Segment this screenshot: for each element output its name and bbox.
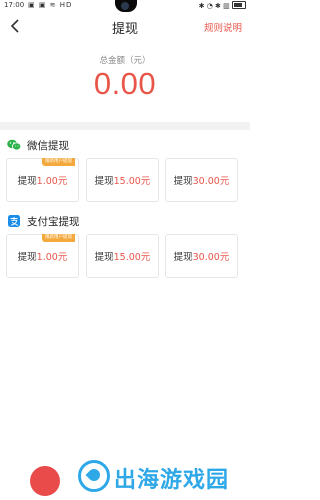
wechat-option-1[interactable]: 限新用户提现 提现1.00元 <box>6 158 79 202</box>
status-time: 17:00 <box>4 1 25 9</box>
option-amount: 15.00 <box>113 252 141 263</box>
status-right-icons: ✱ ◔ ✱ ▥ <box>199 1 246 10</box>
camera-notch <box>115 0 137 12</box>
wechat-header: 微信提现 <box>0 136 250 156</box>
watermark-text: 出海游戏园 <box>114 468 230 493</box>
wechat-option-3[interactable]: 提现30.00元 <box>165 158 238 202</box>
alipay-option-3[interactable]: 提现30.00元 <box>165 234 238 278</box>
balance-panel: 总金额（元） 0.00 <box>0 40 250 122</box>
alipay-option-2[interactable]: 提现15.00元 <box>86 234 159 278</box>
option-prefix: 提现 <box>173 252 193 263</box>
status-indicators: ✱ ◔ ✱ ▥ <box>198 2 230 10</box>
battery-icon <box>232 1 246 9</box>
option-unit: 元 <box>140 176 151 187</box>
watermark-logo-icon <box>78 460 110 492</box>
option-amount: 1.00 <box>36 252 58 263</box>
balance-amount: 0.00 <box>93 66 157 101</box>
status-left-icons: ▣ ▣ ≋ HD <box>28 1 73 9</box>
wechat-icon <box>7 139 21 151</box>
option-unit: 元 <box>140 252 151 263</box>
option-amount: 15.00 <box>113 176 141 187</box>
wechat-section: 微信提现 限新用户提现 提现1.00元 提现15.00元 提现30.00元 <box>0 136 250 206</box>
option-prefix: 提现 <box>173 176 193 187</box>
option-amount: 1.00 <box>36 176 58 187</box>
alipay-option-1[interactable]: 限新用户提现 提现1.00元 <box>6 234 79 278</box>
watermark: 出海游戏园 <box>78 458 250 496</box>
balance-label: 总金额（元） <box>99 56 151 66</box>
option-unit: 元 <box>57 252 68 263</box>
alipay-header: 支付宝提现 <box>0 212 250 232</box>
alipay-options: 限新用户提现 提现1.00元 提现15.00元 提现30.00元 <box>0 234 250 282</box>
option-unit: 元 <box>219 176 230 187</box>
option-amount: 30.00 <box>192 176 220 187</box>
alipay-title: 支付宝提现 <box>27 216 80 228</box>
alipay-section: 支付宝提现 限新用户提现 提现1.00元 提现15.00元 提现30.00元 <box>0 212 250 282</box>
option-prefix: 提现 <box>94 176 114 187</box>
rules-link[interactable]: 规则说明 <box>204 20 242 34</box>
option-amount: 30.00 <box>192 252 220 263</box>
nav-bar: 提现 规则说明 <box>0 12 250 40</box>
alipay-icon <box>8 215 20 227</box>
option-prefix: 提现 <box>17 176 37 187</box>
option-prefix: 提现 <box>94 252 114 263</box>
option-unit: 元 <box>57 176 68 187</box>
floating-red-button[interactable] <box>30 466 60 496</box>
option-prefix: 提现 <box>17 252 37 263</box>
section-divider <box>0 122 250 130</box>
option-unit: 元 <box>219 252 230 263</box>
new-user-tag: 限新用户提现 <box>42 234 75 242</box>
status-bar: 17:00 ▣ ▣ ≋ HD ✱ ◔ ✱ ▥ <box>0 0 250 12</box>
wechat-options: 限新用户提现 提现1.00元 提现15.00元 提现30.00元 <box>0 158 250 206</box>
new-user-tag: 限新用户提现 <box>42 158 75 166</box>
wechat-title: 微信提现 <box>27 140 69 152</box>
wechat-option-2[interactable]: 提现15.00元 <box>86 158 159 202</box>
